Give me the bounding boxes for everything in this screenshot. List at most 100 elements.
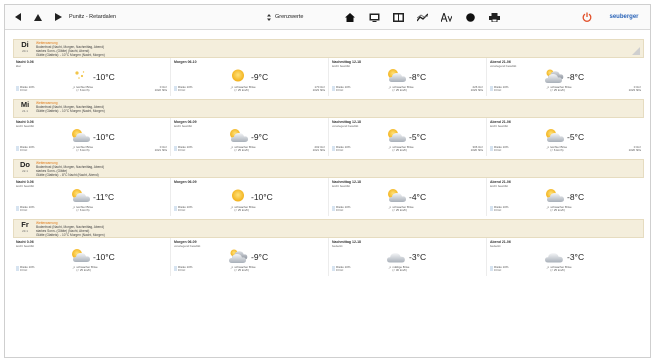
period-condition: vorwiegend bewölkt: [490, 64, 517, 68]
partly-cloudy-icon: [69, 188, 91, 203]
pressure-info: 0 l/m² 1021 hPa: [155, 145, 167, 153]
rain-gauge-icon: [16, 266, 19, 271]
period-details: Risiko 10% 0 l/m² ↗schwacher Brise (< 25 km…: [332, 85, 483, 94]
partly-cloudy-icon: [69, 128, 91, 143]
period-cell[interactable]: Abend 21-06 leicht bewölkt -5°C Risiko 10% 0…: [487, 118, 644, 156]
period-time: Morgen 06-10: [174, 60, 197, 64]
day-label: Do 22.1: [17, 161, 33, 174]
print-icon[interactable]: [487, 5, 501, 29]
period-details: Risiko 10% 0 l/m² ↗schwacher Brise (< 25 km…: [490, 265, 641, 274]
period-cell[interactable]: Morgen 06-09 -10°C Risiko 10% 0 l/m² ↗schwac…: [171, 178, 329, 216]
period-cell[interactable]: Nachmittag 12-18 leicht bewölkt -8°C Risiko…: [329, 58, 487, 96]
pressure-info: 170 l/m² 1023 hPa: [313, 85, 325, 93]
warning-text: Wetterwarnung Bodenfrost (Nacht, Morgen, …: [36, 41, 105, 57]
monitor-icon[interactable]: [367, 5, 381, 29]
wind-arrow-icon: ↗: [546, 205, 550, 210]
warning-text: Wetterwarnung Bodenfrost (Nacht, Morgen, …: [36, 221, 105, 237]
period-condition: vorwiegend bewölkt: [174, 244, 201, 248]
forecast-day: Do 22.1 Wetterwarnung Bodenfrost (Nacht, Mo…: [13, 159, 644, 216]
rain-amount: 0 l/m²: [336, 88, 344, 93]
period-condition: leicht bewölkt: [490, 184, 509, 188]
rain-gauge-icon: [332, 146, 335, 151]
precipitation-info: Risiko 10% 0 l/m²: [174, 85, 192, 93]
wind-info: ↗schwacher Brise (< 25 km/h): [388, 205, 414, 213]
period-cell[interactable]: Morgen 06-09 leicht bewölkt -9°C Risiko 10%…: [171, 118, 329, 156]
rain-gauge-icon: [174, 266, 177, 271]
wind-speed: (< 6 km/h): [76, 208, 90, 213]
period-temperature: -4°C: [409, 192, 427, 202]
warning-text: Wetterwarnung Bodenfrost (Nacht, Morgen, …: [36, 101, 105, 113]
precipitation-info: Risiko 10% 0 l/m²: [332, 205, 350, 213]
circle-icon[interactable]: [463, 5, 477, 29]
period-condition: leicht bewölkt: [174, 124, 193, 128]
book-icon[interactable]: [391, 5, 405, 29]
arrow-right-icon[interactable]: [51, 5, 65, 29]
pressure-info: 0 l/m² 1023 hPa: [628, 85, 641, 93]
sun-icon: [227, 188, 249, 203]
period-row: Nacht 0-06 leicht bewölkt -11°C Risiko 10% 0…: [13, 178, 644, 216]
period-cell[interactable]: Morgen 06-10 -9°C Risiko 10% 0 l/m² ↗schwach…: [171, 58, 329, 96]
unit-select[interactable]: Grenzwerte: [275, 5, 325, 29]
wind-speed: (< 6 km/h): [76, 148, 90, 153]
period-details: Risiko 10% 0 l/m² ↗schwacher Brise (< 25 km…: [332, 205, 483, 214]
pressure-info: 306 l/m² 1020 hPa: [471, 145, 483, 153]
arrow-left-icon[interactable]: [11, 5, 25, 29]
home-icon[interactable]: [343, 5, 357, 29]
rain-gauge-icon: [16, 86, 19, 91]
rain-amount: 0 l/m²: [178, 88, 186, 93]
wind-arrow-icon: ↗: [72, 205, 76, 210]
partly-cloudy-icon: [227, 128, 249, 143]
arrow-up-icon[interactable]: [31, 5, 45, 29]
power-icon[interactable]: [580, 5, 594, 29]
wind-info: ↗schwacher Brise (< 25 km/h): [230, 205, 256, 213]
day-date: 23.1: [22, 229, 28, 233]
wind-info: ↗schwacher Brise (< 25 km/h): [230, 145, 256, 153]
period-cell[interactable]: Nacht 0-06 leicht bewölkt -10°C Risiko 10% 0…: [13, 118, 171, 156]
rain-gauge-icon: [490, 266, 493, 271]
wind-speed: (< 25 km/h): [76, 268, 92, 273]
precipitation-info: Risiko 10% 0 l/m²: [174, 265, 192, 273]
wind-arrow-icon: ↗: [388, 205, 392, 210]
period-cell[interactable]: Morgen 06-09 vorwiegend bewölkt -9°C Risiko…: [171, 238, 329, 276]
pressure-value: 1023 hPa: [628, 88, 641, 93]
chart-icon[interactable]: [415, 5, 429, 29]
day-header: Do 22.1 Wetterwarnung Bodenfrost (Nacht, Mo…: [13, 159, 644, 178]
period-temperature: -5°C: [567, 132, 585, 142]
wind-info: ↗mäßige Brise (< 30 km/h): [388, 265, 409, 273]
collapse-icon[interactable]: [632, 42, 640, 55]
period-details: Risiko 10% 0 l/m² ↗schwacher Brise (< 25 km…: [174, 85, 325, 94]
wind-speed: (< 6 km/h): [76, 88, 90, 93]
period-cell[interactable]: Nacht 0-06 leicht bewölkt -11°C Risiko 10% 0…: [13, 178, 171, 216]
period-details: Risiko 10% 0 l/m² ↗schwacher Brise (< 25 km…: [490, 85, 641, 94]
period-temperature: -8°C: [567, 72, 585, 82]
period-cell[interactable]: Abend 21-06 leicht bewölkt -8°C Risiko 10% 0…: [487, 178, 644, 216]
period-cell[interactable]: Nachmittag 12-18 vorwiegend bewölkt -5°C Ri…: [329, 118, 487, 156]
text-format-icon[interactable]: [439, 5, 453, 29]
wind-speed: (< 25 km/h): [234, 208, 250, 213]
day-abbreviation: Mi: [20, 100, 30, 109]
period-cell[interactable]: Abend 21-06 bedeckt -3°C Risiko 10% 0 l/m² ↗s…: [487, 238, 644, 276]
rain-gauge-icon: [16, 146, 19, 151]
period-cell[interactable]: Nacht 0-06 leicht bewölkt -10°C Risiko 10% 0…: [13, 238, 171, 276]
wind-arrow-icon: ↗: [72, 145, 76, 150]
period-cell[interactable]: Nacht 0-06 klar -10°C Risiko 10% 0 l/m² ↗leic…: [13, 58, 171, 96]
wind-speed: (< 25 km/h): [234, 148, 250, 153]
wind-info: ↗schwacher Brise (< 25 km/h): [230, 265, 256, 273]
wind-speed: (< 25 km/h): [234, 88, 250, 93]
period-condition: leicht bewölkt: [16, 184, 35, 188]
sort-icon[interactable]: [263, 5, 275, 29]
period-cell[interactable]: Nachmittag 12-18 leicht bewölkt -4°C Risiko…: [329, 178, 487, 216]
wind-info: ↗leichter Brise (< 6 km/h): [72, 85, 93, 93]
period-condition: leicht bewölkt: [332, 64, 351, 68]
day-header: Fr 23.1 Wetterwarnung Bodenfrost (Nacht, Mo…: [13, 219, 644, 238]
precipitation-info: Risiko 10% 0 l/m²: [332, 265, 350, 273]
brand-logo: seuberger: [609, 14, 639, 20]
wind-speed: (< 25 km/h): [550, 268, 566, 273]
rain-gauge-icon: [174, 146, 177, 151]
period-details: Risiko 10% 0 l/m² ↗leichter Brise (< 6 km/h…: [16, 205, 167, 214]
wind-speed: (< 25 km/h): [550, 88, 566, 93]
wind-speed: (< 6 km/h): [550, 148, 564, 153]
period-cell[interactable]: Abend 21-06 vorwiegend bewölkt -8°C Risiko …: [487, 58, 644, 96]
period-cell[interactable]: Nachmittag 12-18 bedeckt -3°C Risiko 10% 0 l…: [329, 238, 487, 276]
partly-cloudy-icon: [385, 68, 407, 83]
